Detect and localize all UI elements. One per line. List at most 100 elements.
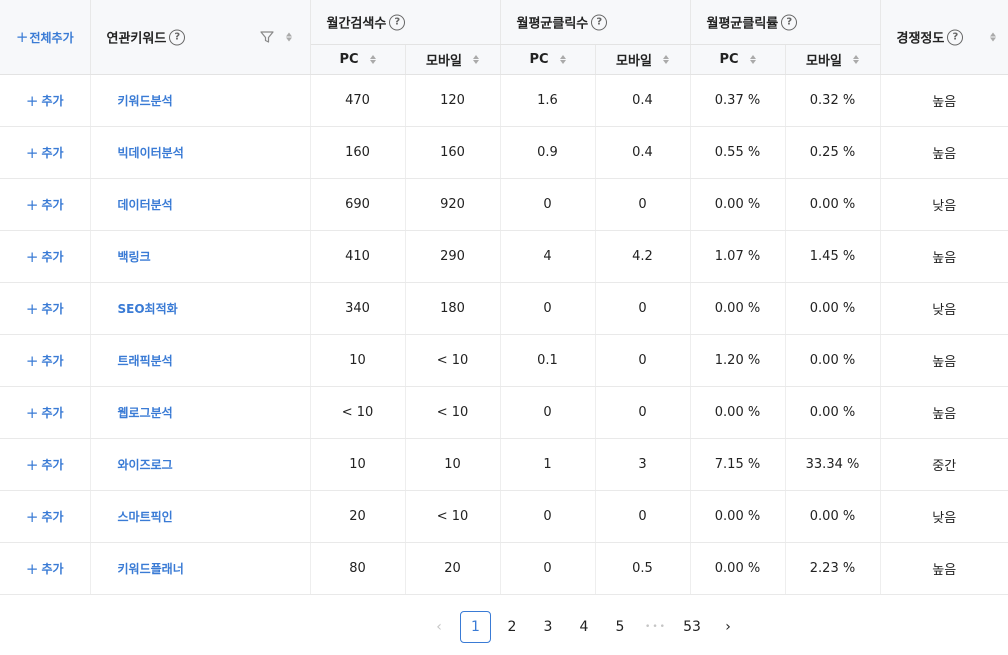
- search-pc-header[interactable]: PC: [310, 44, 406, 75]
- keyword-column-title: 연관키워드: [106, 31, 167, 47]
- add-keyword-button[interactable]: + 추가: [26, 300, 64, 318]
- competition-cell: 높음: [880, 74, 1008, 127]
- search-mobile-header[interactable]: 모바일: [405, 44, 501, 75]
- ctr-mobile-cell: 0.32 %: [785, 74, 881, 127]
- ctr-mobile-cell: 0.00 %: [785, 386, 881, 439]
- help-icon[interactable]: ?: [947, 29, 964, 45]
- keyword-column-header[interactable]: 연관키워드 ?: [90, 0, 311, 75]
- clicks-mobile-cell: 0.4: [595, 126, 691, 179]
- filter-icon[interactable]: [259, 30, 274, 44]
- help-icon[interactable]: ?: [781, 14, 798, 30]
- add-all-button[interactable]: + 전체추가: [16, 28, 74, 46]
- help-icon[interactable]: ?: [591, 14, 608, 30]
- page-5-button[interactable]: 5: [605, 611, 635, 643]
- keyword-link[interactable]: SEO최적화: [90, 282, 311, 335]
- last-page-button[interactable]: 53: [677, 611, 707, 643]
- ctr-pc-cell: 0.00 %: [690, 386, 786, 439]
- sort-icon[interactable]: [662, 55, 669, 64]
- keyword-link[interactable]: 키워드플래너: [90, 542, 311, 595]
- prev-page-icon[interactable]: ‹: [424, 611, 454, 643]
- page-2-button[interactable]: 2: [497, 611, 527, 643]
- keyword-link[interactable]: 와이즈로그: [90, 438, 311, 491]
- page-3-button[interactable]: 3: [533, 611, 563, 643]
- ctr-pc-header[interactable]: PC: [690, 44, 786, 75]
- clicks-pc-header[interactable]: PC: [500, 44, 596, 75]
- plus-icon: +: [15, 28, 29, 46]
- search-pc-cell: 470: [310, 74, 406, 127]
- ctr-pc-cell: 0.37 %: [690, 74, 786, 127]
- ctr-mobile-cell: 0.00 %: [785, 334, 881, 387]
- search-mobile-label: 모바일: [426, 54, 462, 69]
- plus-icon: +: [25, 351, 39, 370]
- next-page-icon[interactable]: ›: [713, 611, 743, 643]
- pagination: ‹ 1 2 3 4 5 ••• 53 ›: [0, 611, 1008, 643]
- add-keyword-button[interactable]: + 추가: [26, 560, 64, 578]
- monthly-clicks-title: 월평균클릭수: [516, 16, 589, 32]
- competition-column-header[interactable]: 경쟁정도 ?: [880, 0, 1008, 75]
- clicks-mobile-cell: 0: [595, 282, 691, 335]
- add-keyword-button[interactable]: + 추가: [26, 352, 64, 370]
- plus-icon: +: [25, 559, 39, 578]
- add-keyword-button[interactable]: + 추가: [26, 144, 64, 162]
- pagination-ellipsis: •••: [645, 622, 667, 632]
- search-pc-cell: 340: [310, 282, 406, 335]
- sort-icon[interactable]: [749, 55, 756, 64]
- table-row: + 추가 스마트픽인 20 < 10 0 0 0.00 % 0.00 % 낮음: [0, 490, 1008, 543]
- page-1-button[interactable]: 1: [460, 611, 491, 643]
- keyword-link[interactable]: 빅데이터분석: [90, 126, 311, 179]
- sort-icon[interactable]: [369, 55, 376, 64]
- ctr-pc-cell: 0.55 %: [690, 126, 786, 179]
- help-icon[interactable]: ?: [169, 29, 186, 45]
- search-mobile-cell: 920: [405, 178, 501, 231]
- keyword-link[interactable]: 스마트픽인: [90, 490, 311, 543]
- page-4-button[interactable]: 4: [569, 611, 599, 643]
- sort-icon[interactable]: [852, 55, 859, 64]
- search-mobile-cell: 20: [405, 542, 501, 595]
- table-row: + 추가 SEO최적화 340 180 0 0 0.00 % 0.00 % 낮음: [0, 282, 1008, 335]
- sort-icon[interactable]: [990, 32, 996, 42]
- plus-icon: +: [25, 91, 39, 110]
- clicks-pc-cell: 0: [500, 178, 596, 231]
- search-mobile-cell: < 10: [405, 386, 501, 439]
- ctr-pc-cell: 1.20 %: [690, 334, 786, 387]
- sort-icon[interactable]: [285, 32, 292, 42]
- add-keyword-button[interactable]: + 추가: [26, 508, 64, 526]
- clicks-mobile-cell: 0: [595, 386, 691, 439]
- add-keyword-button[interactable]: + 추가: [26, 248, 64, 266]
- ctr-pc-cell: 0.00 %: [690, 490, 786, 543]
- add-keyword-button[interactable]: + 추가: [26, 456, 64, 474]
- keyword-link[interactable]: 데이터분석: [90, 178, 311, 231]
- competition-cell: 높음: [880, 386, 1008, 439]
- keyword-link[interactable]: 백링크: [90, 230, 311, 283]
- search-mobile-cell: < 10: [405, 490, 501, 543]
- keyword-link[interactable]: 웹로그분석: [90, 386, 311, 439]
- keyword-link[interactable]: 키워드분석: [90, 74, 311, 127]
- sort-icon[interactable]: [472, 55, 479, 64]
- search-pc-cell: 80: [310, 542, 406, 595]
- ctr-mobile-cell: 2.23 %: [785, 542, 881, 595]
- clicks-mobile-cell: 3: [595, 438, 691, 491]
- table-row: + 추가 와이즈로그 10 10 1 3 7.15 % 33.34 % 중간: [0, 438, 1008, 491]
- table-row: + 추가 데이터분석 690 920 0 0 0.00 % 0.00 % 낮음: [0, 178, 1008, 231]
- help-icon[interactable]: ?: [389, 14, 406, 30]
- plus-icon: +: [25, 455, 39, 474]
- ctr-mobile-header[interactable]: 모바일: [785, 44, 881, 75]
- search-pc-cell: 160: [310, 126, 406, 179]
- clicks-mobile-header[interactable]: 모바일: [595, 44, 691, 75]
- monthly-search-header: 월간검색수 ?: [310, 0, 501, 45]
- competition-cell: 높음: [880, 230, 1008, 283]
- competition-cell: 높음: [880, 334, 1008, 387]
- clicks-pc-cell: 4: [500, 230, 596, 283]
- clicks-mobile-cell: 0: [595, 490, 691, 543]
- ctr-mobile-cell: 0.25 %: [785, 126, 881, 179]
- competition-title: 경쟁정도: [896, 31, 945, 47]
- add-keyword-button[interactable]: + 추가: [26, 196, 64, 214]
- keyword-table-body: + 추가 키워드분석 470 120 1.6 0.4 0.37 % 0.32 % …: [0, 74, 1008, 595]
- add-keyword-button[interactable]: + 추가: [26, 404, 64, 422]
- table-row: + 추가 백링크 410 290 4 4.2 1.07 % 1.45 % 높음: [0, 230, 1008, 283]
- clicks-pc-label: PC: [529, 52, 549, 67]
- keyword-link[interactable]: 트래픽분석: [90, 334, 311, 387]
- ctr-pc-cell: 1.07 %: [690, 230, 786, 283]
- sort-icon[interactable]: [559, 55, 566, 64]
- add-keyword-button[interactable]: + 추가: [26, 92, 64, 110]
